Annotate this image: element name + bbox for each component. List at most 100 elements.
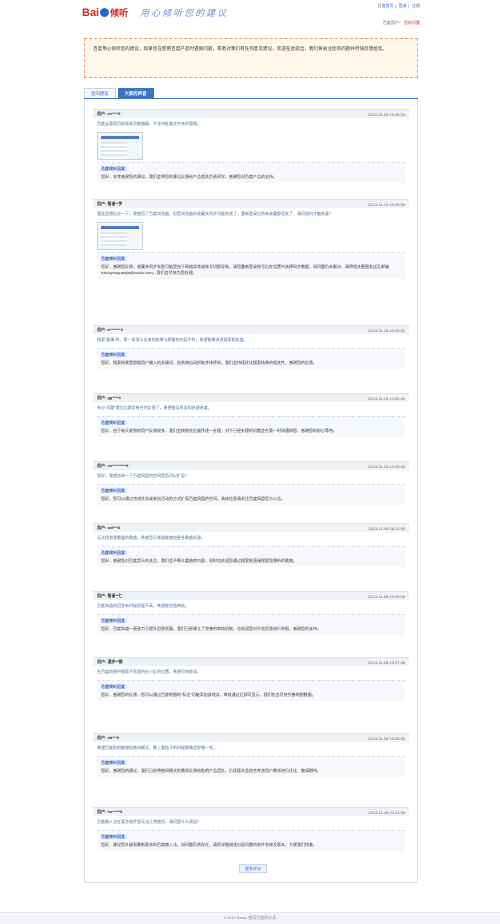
user-name: 用户: 智者**仁 — [97, 593, 123, 598]
item-header: 用户: zh****5 2013-12-05 15:48:34 — [93, 109, 409, 118]
top-links: 百度首页 | 登录 | 注册 — [377, 3, 420, 8]
answer-label: 百度倾听回复： — [101, 550, 129, 555]
answer-box: 百度倾听回复： 您好，感谢您的建议，我们已经将夜间模式的需求反馈给贴吧产品团队，… — [97, 756, 405, 777]
item-header: 用户: 智者**仁 2013-11-08 10:59:00 — [93, 591, 409, 600]
user-name: 用户: zh****5 — [97, 111, 121, 116]
footer: ©2013 Baidu 使用百度前必读 — [0, 912, 500, 924]
answer-box: 百度倾听回复： 您好，感谢您对百度音乐的关注，我们会不断丰富曲库内容，同时也欢迎… — [97, 546, 405, 567]
timestamp: 2013-11-08 10:36:30 — [368, 735, 405, 741]
more-comments-button[interactable]: 更多评论 — [239, 864, 267, 873]
screenshot-thumbnail[interactable] — [97, 222, 143, 250]
answer-box: 百度倾听回复： 您好，百度知道一直致力于提升回答质量，我们已经建立了完善的审核机… — [97, 614, 405, 635]
answer-box: 百度倾听回复： 您好，非常感谢您的建议，我们会将您的意见反馈给产品相关负责同学，… — [97, 162, 405, 183]
question-text: 在百度地图中搜索不到我所在小区的位置，希望尽快收录。 — [97, 669, 201, 674]
timestamp: 2013-11-08 10:59:00 — [368, 593, 405, 599]
user-name: 用户: ch*********9 — [97, 463, 129, 468]
answer-label: 百度倾听回复： — [101, 834, 129, 839]
feedback-item: 用户: zh****5 2013-12-05 15:48:34 百度云管家目前版… — [93, 109, 409, 183]
question-text: 百度知道的回答有时候质量不高，希望能加强审核。 — [97, 603, 189, 608]
timestamp: 2013-11-15 10:06:51 — [368, 327, 405, 333]
item-header: 用户: 智者**罗 2013-11-20 16:05:59 — [93, 199, 409, 208]
timestamp: 2013-11-08 15:27:46 — [368, 659, 405, 665]
notice-box: 百度用心倾听您的建议，如果您在使用百度产品时遇到问题，或者对我们有任何意见建议，… — [84, 38, 418, 78]
answer-label: 百度倾听回复： — [101, 684, 129, 689]
feedback-item: 用户: gg****4 2013-11-15 14:52:49 有过“问题”提交… — [93, 393, 409, 437]
question-text: 无法找到我需要的歌曲，希望音乐频道能增加更多歌曲资源。 — [97, 535, 205, 540]
user-name: 用户: k*******3 — [97, 327, 123, 332]
question-text: 我这里想反应一下，我使用了百度浏览器，但是浏览器的收藏夹同步功能失效了，重新登录… — [97, 211, 333, 216]
feedback-item: 用户: ch*********9 2013-11-15 14:45:40 您好，… — [93, 461, 409, 505]
timestamp: 2013-11-20 16:05:59 — [368, 201, 405, 207]
answer-text: 您好，感谢您对百度音乐的关注，我们会不断丰富曲库内容，同时也欢迎您通过搜索框直接… — [101, 558, 297, 563]
user-name: 用户: 智者**罗 — [97, 201, 123, 206]
answer-box: 百度倾听回复： 您好，建议您升级到最新版本的百度输入法，如问题仍然存在，请您详细… — [97, 830, 405, 851]
feedback-item: 用户: 智者**罗 2013-11-20 16:05:59 我这里想反应一下，我… — [93, 199, 409, 279]
answer-label: 百度倾听回复： — [101, 760, 129, 765]
item-header: 用户: k*******3 2013-11-15 10:06:51 — [93, 325, 409, 334]
item-header: 用户: wd***8 2013-11-08 16:11:55 — [93, 523, 409, 532]
user-prefix: 百度用户： — [382, 20, 403, 25]
feedback-item: 用户: 漫步**钢 2013-11-08 15:27:46 在百度地图中搜索不到… — [93, 657, 409, 701]
item-header: 用户: ch*********9 2013-11-15 14:45:40 — [93, 461, 409, 470]
user-name: 用户: wd***8 — [97, 525, 120, 530]
item-header: 用户: gg****4 2013-11-15 14:52:49 — [93, 393, 409, 402]
item-header: 用户: dd***9 2013-11-08 10:36:30 — [93, 733, 409, 742]
user-line: 百度用户： 您的问题 — [383, 20, 420, 26]
question-text: 百度输入法在某些软件里无法正常使用，请问是什么原因？ — [97, 819, 201, 824]
logo-product-name: 倾听 — [110, 8, 129, 18]
answer-text: 您好，感谢您的反馈，您可以通过百度地图的“标注”功能添加该地点，审核通过后即可显… — [101, 692, 316, 697]
answer-box: 百度倾听回复： 您好，由于每天收到的用户反馈较多，我们会按照先后顺序逐一处理，对… — [97, 416, 405, 437]
answer-box: 百度倾听回复： 您好，感谢您反馈，收藏夹同步失败可能是由于网络异常或账号切换导致… — [97, 252, 405, 279]
user-name: 用户: dd***9 — [97, 735, 120, 740]
tab-public-voice[interactable]: 大家的声音 — [117, 88, 154, 98]
tab-your-suggestions[interactable]: 您的建议 — [84, 88, 116, 98]
answer-text: 您好，非常感谢您的建议，我们会将您的意见反馈给产品相关负责同学，感谢您对百度产品… — [101, 174, 277, 179]
question-text: 希望百度贴吧能增加夜间模式，晚上看帖子的时候眼睛会舒服一些。 — [97, 745, 217, 750]
answer-text: 您好，百度知道一直致力于提升回答质量，我们已经建立了完善的审核机制，也欢迎您对不… — [101, 626, 321, 631]
answer-label: 百度倾听回复： — [101, 166, 129, 171]
question-text: 有过“问题”提交后就没有任何反馈了，希望能及时告知处理进度。 — [97, 405, 212, 410]
top-bar: Bai 倾听 用心倾听您的建议 百度首页 | 登录 | 注册 百度用户： 您的问… — [0, 0, 500, 28]
answer-box: 百度倾听回复： 您好，搜索结果是根据用户输入的关键词，由系统自动抓取并排序的，我… — [97, 348, 405, 369]
link-login[interactable]: 登录 — [399, 3, 407, 8]
timestamp: 2013-12-05 15:48:34 — [367, 111, 405, 117]
answer-text: 您好，您可以通过完成任务或参加活动的方式扩容百度网盘的空间，具体信息请关注百度网… — [101, 496, 285, 501]
timestamp: 2013-11-08 16:11:55 — [368, 525, 405, 531]
answer-text: 您好，建议您升级到最新版本的百度输入法，如问题仍然存在，请您详细描述出现问题的软… — [101, 842, 317, 847]
question-text: 百度云管家目前版本功能偏弱，不支持批量文件夹的管理。 — [97, 121, 201, 126]
question-text: 搜索“要事”时，第一条显示出来的结果与想要的内容不符，希望能够改进搜索相关度。 — [97, 337, 248, 342]
user-name: 用户: ho*****5 — [97, 809, 123, 814]
link-register[interactable]: 注册 — [412, 3, 420, 8]
item-header: 用户: ho*****5 2013-11-08 14:11:55 — [93, 807, 409, 816]
question-text: 您好，我想咨询一下百度网盘的空间是否可以扩容？ — [97, 473, 189, 478]
feedback-item: 用户: k*******3 2013-11-15 10:06:51 搜索“要事”… — [93, 325, 409, 369]
user-name: 用户: 漫步**钢 — [97, 659, 123, 664]
link-baidu-home[interactable]: 百度首页 — [377, 3, 393, 8]
answer-text: 您好，感谢您反馈，收藏夹同步失败可能是由于网络异常或账号切换导致，请您重新登录账… — [101, 264, 389, 275]
slogan: 用心倾听您的建议 — [140, 9, 229, 19]
timestamp: 2013-11-15 14:45:40 — [368, 463, 405, 469]
timestamp: 2013-11-08 14:11:55 — [368, 809, 405, 815]
user-name: 用户: gg****4 — [97, 395, 121, 400]
timestamp: 2013-11-15 14:52:49 — [368, 395, 405, 401]
item-header: 用户: 漫步**钢 2013-11-08 15:27:46 — [93, 657, 409, 666]
feedback-item: 用户: wd***8 2013-11-08 16:11:55 无法找到我需要的歌… — [93, 523, 409, 567]
paw-icon — [100, 8, 110, 17]
feedback-panel: 用户: zh****5 2013-12-05 15:48:34 百度云管家目前版… — [84, 99, 418, 883]
answer-label: 百度倾听回复： — [101, 352, 129, 357]
baidu-logo[interactable]: Bai 倾听 用心倾听您的建议 — [82, 6, 229, 20]
answer-text: 您好，由于每天收到的用户反馈较多，我们会按照先后顺序逐一处理，对于已经处理的问题… — [101, 428, 337, 433]
tabs: 您的建议 大家的声音 — [84, 88, 156, 98]
answer-box: 百度倾听回复： 您好，您可以通过完成任务或参加活动的方式扩容百度网盘的空间，具体… — [97, 484, 405, 505]
answer-text: 您好，搜索结果是根据用户输入的关键词，由系统自动抓取并排序的，我们会持续优化搜索… — [101, 360, 317, 365]
answer-text: 您好，感谢您的建议，我们已经将夜间模式的需求反馈给贴吧产品团队，后续版本会综合考… — [101, 768, 321, 773]
answer-box: 百度倾听回复： 您好，感谢您的反馈，您可以通过百度地图的“标注”功能添加该地点，… — [97, 680, 405, 701]
answer-label: 百度倾听回复： — [101, 618, 129, 623]
answer-label: 百度倾听回复： — [101, 488, 129, 493]
answer-label: 百度倾听回复： — [101, 420, 129, 425]
feedback-item: 用户: ho*****5 2013-11-08 14:11:55 百度输入法在某… — [93, 807, 409, 851]
your-questions-link[interactable]: 您的问题 — [404, 20, 420, 25]
notice-text: 百度用心倾听您的建议，如果您在使用百度产品时遇到问题，或者对我们有任何意见建议，… — [93, 46, 388, 51]
screenshot-thumbnail[interactable] — [97, 132, 143, 160]
answer-label: 百度倾听回复： — [101, 256, 129, 261]
